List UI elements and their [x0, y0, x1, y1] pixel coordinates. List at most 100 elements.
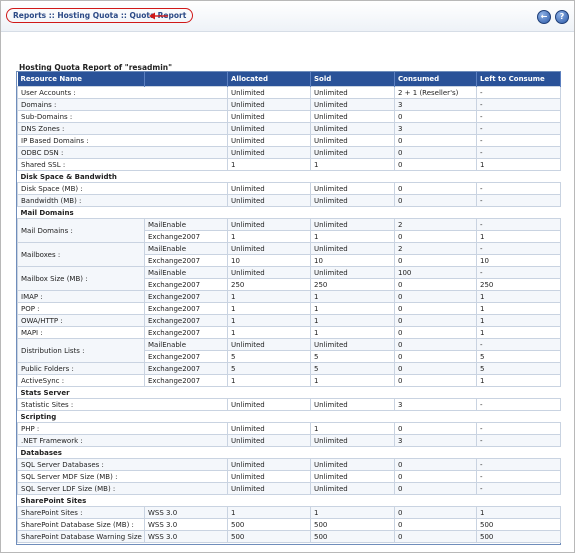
platform-cell: Exchange2007 — [144, 254, 228, 267]
consumed-cell: 0 — [394, 182, 477, 195]
left-to-consume-cell: - — [476, 194, 561, 207]
allocated-cell: 1 — [227, 314, 311, 327]
allocated-cell: 10 — [227, 254, 311, 267]
left-to-consume-cell: - — [476, 122, 561, 135]
sold-cell: 500 — [310, 530, 395, 543]
table-row: SQL Server Databases : Unlimited Unlimited… — [17, 458, 561, 471]
allocated-cell: 1 — [227, 374, 311, 387]
allocated-cell: 1 — [227, 506, 311, 519]
table-row: Statistic Sites : Unlimited Unlimited 3- — [17, 398, 561, 411]
table-row: Public Folders : Exchange2007 5 5 0 5 — [17, 362, 561, 375]
section-row: Scripting — [17, 410, 561, 423]
section-row: Mail Domains — [17, 206, 561, 219]
left-to-consume-cell: 1 — [476, 314, 561, 327]
left-to-consume-cell: - — [476, 470, 561, 483]
back-button[interactable]: ← — [537, 10, 551, 24]
resource-name: OWA/HTTP : — [17, 314, 145, 327]
allocated-cell: Unlimited — [227, 86, 311, 99]
allocated-cell: Unlimited — [227, 338, 311, 351]
allocated-cell: 250 — [227, 278, 311, 291]
sold-cell: 1 — [310, 422, 395, 435]
allocated-cell: 500 — [227, 518, 311, 531]
allocated-cell: 1 — [227, 230, 311, 243]
left-to-consume-cell: - — [476, 398, 561, 411]
table-row: MAPI : Exchange2007 1 1 0 1 — [17, 326, 561, 339]
sold-cell: 1 — [310, 230, 395, 243]
left-to-consume-cell: - — [476, 242, 561, 255]
sold-cell: Unlimited — [310, 434, 395, 447]
consumed-cell: 0 — [394, 158, 477, 171]
section-row: SharePoint Sites — [17, 494, 561, 507]
resource-name: IP Based Domains : — [17, 134, 228, 147]
breadcrumb-reports[interactable]: Reports — [13, 11, 46, 20]
sold-cell: Unlimited — [310, 482, 395, 495]
platform-cell: Exchange2007 — [144, 362, 228, 375]
left-to-consume-cell: - — [476, 86, 561, 99]
resource-name: Statistic Sites : — [17, 398, 228, 411]
sold-cell: 500 — [310, 518, 395, 531]
allocated-cell: Unlimited — [227, 422, 311, 435]
section-heading-label: Scripting — [20, 412, 57, 421]
left-to-consume-cell: 1 — [476, 374, 561, 387]
sold-cell: 10 — [310, 254, 395, 267]
table-row: Domains : Unlimited Unlimited 3- — [17, 98, 561, 111]
breadcrumb-hosting-quota[interactable]: Hosting Quota — [57, 11, 118, 20]
table-row: SQL Server LDF Size (MB) : Unlimited Unlim… — [17, 482, 561, 495]
consumed-cell: 0 — [394, 350, 477, 363]
section-row: Stats Server — [17, 386, 561, 399]
allocated-cell: Unlimited — [227, 98, 311, 111]
left-to-consume-cell: 1 — [476, 158, 561, 171]
resource-name: DNS Zones : — [17, 122, 228, 135]
table-row: Bandwidth (MB) : Unlimited Unlimited 0- — [17, 194, 561, 207]
allocated-cell: Unlimited — [227, 482, 311, 495]
consumed-cell: 0 — [394, 362, 477, 375]
sold-cell: Unlimited — [310, 194, 395, 207]
consumed-cell: 0 — [394, 290, 477, 303]
sold-cell: 5 — [310, 350, 395, 363]
sold-cell: 1 — [310, 302, 395, 315]
sold-cell: 1 — [310, 326, 395, 339]
table-row: Mail Domains : MailEnable Unlimited Unlimit… — [17, 218, 561, 243]
section-row: Databases — [17, 446, 561, 459]
resource-name: Public Folders : — [17, 362, 145, 375]
resource-name: PHP : — [17, 422, 228, 435]
sold-cell: Unlimited — [310, 122, 395, 135]
sold-cell: 250 — [310, 278, 395, 291]
section-heading-label: Databases — [20, 448, 62, 457]
quota-table: Resource Name Allocated Sold Consumed Le… — [17, 72, 561, 543]
platform-cell: MailEnable — [144, 242, 228, 255]
consumed-cell: 0 — [394, 530, 477, 543]
allocated-cell: Unlimited — [227, 458, 311, 471]
consumed-cell: 100 — [394, 266, 477, 279]
sold-cell: 1 — [310, 506, 395, 519]
left-to-consume-cell: - — [476, 98, 561, 111]
resource-name: Distribution Lists : — [17, 338, 145, 363]
consumed-cell: 0 — [394, 338, 477, 351]
consumed-cell: 0 — [394, 302, 477, 315]
allocated-cell: Unlimited — [227, 110, 311, 123]
column-header-resource-name: Resource Name — [17, 72, 145, 87]
left-to-consume-cell: - — [476, 146, 561, 159]
left-to-consume-cell: - — [476, 422, 561, 435]
column-header-consumed: Consumed — [394, 72, 477, 87]
left-to-consume-cell: 1 — [476, 506, 561, 519]
resource-name: ODBC DSN : — [17, 146, 228, 159]
allocated-cell: Unlimited — [227, 218, 311, 231]
sold-cell: Unlimited — [310, 470, 395, 483]
platform-cell: MailEnable — [144, 266, 228, 279]
column-header-left-to-consume: Left to Consume — [476, 72, 561, 87]
consumed-cell: 3 — [394, 434, 477, 447]
table-row: Mailbox Size (MB) : MailEnable Unlimited Un… — [17, 266, 561, 291]
help-button[interactable]: ? — [555, 10, 569, 24]
section-heading: Mail Domains — [17, 206, 561, 219]
consumed-cell: 0 — [394, 278, 477, 291]
consumed-cell: 0 — [394, 458, 477, 471]
table-row: IMAP : Exchange2007 1 1 0 1 — [17, 290, 561, 303]
annotation-arrow-icon — [149, 12, 168, 20]
resource-name: MAPI : — [17, 326, 145, 339]
consumed-cell: 0 — [394, 470, 477, 483]
sold-cell: Unlimited — [310, 338, 395, 351]
resource-name: Sub-Domains : — [17, 110, 228, 123]
sold-cell: 1 — [310, 158, 395, 171]
sold-cell: Unlimited — [310, 110, 395, 123]
